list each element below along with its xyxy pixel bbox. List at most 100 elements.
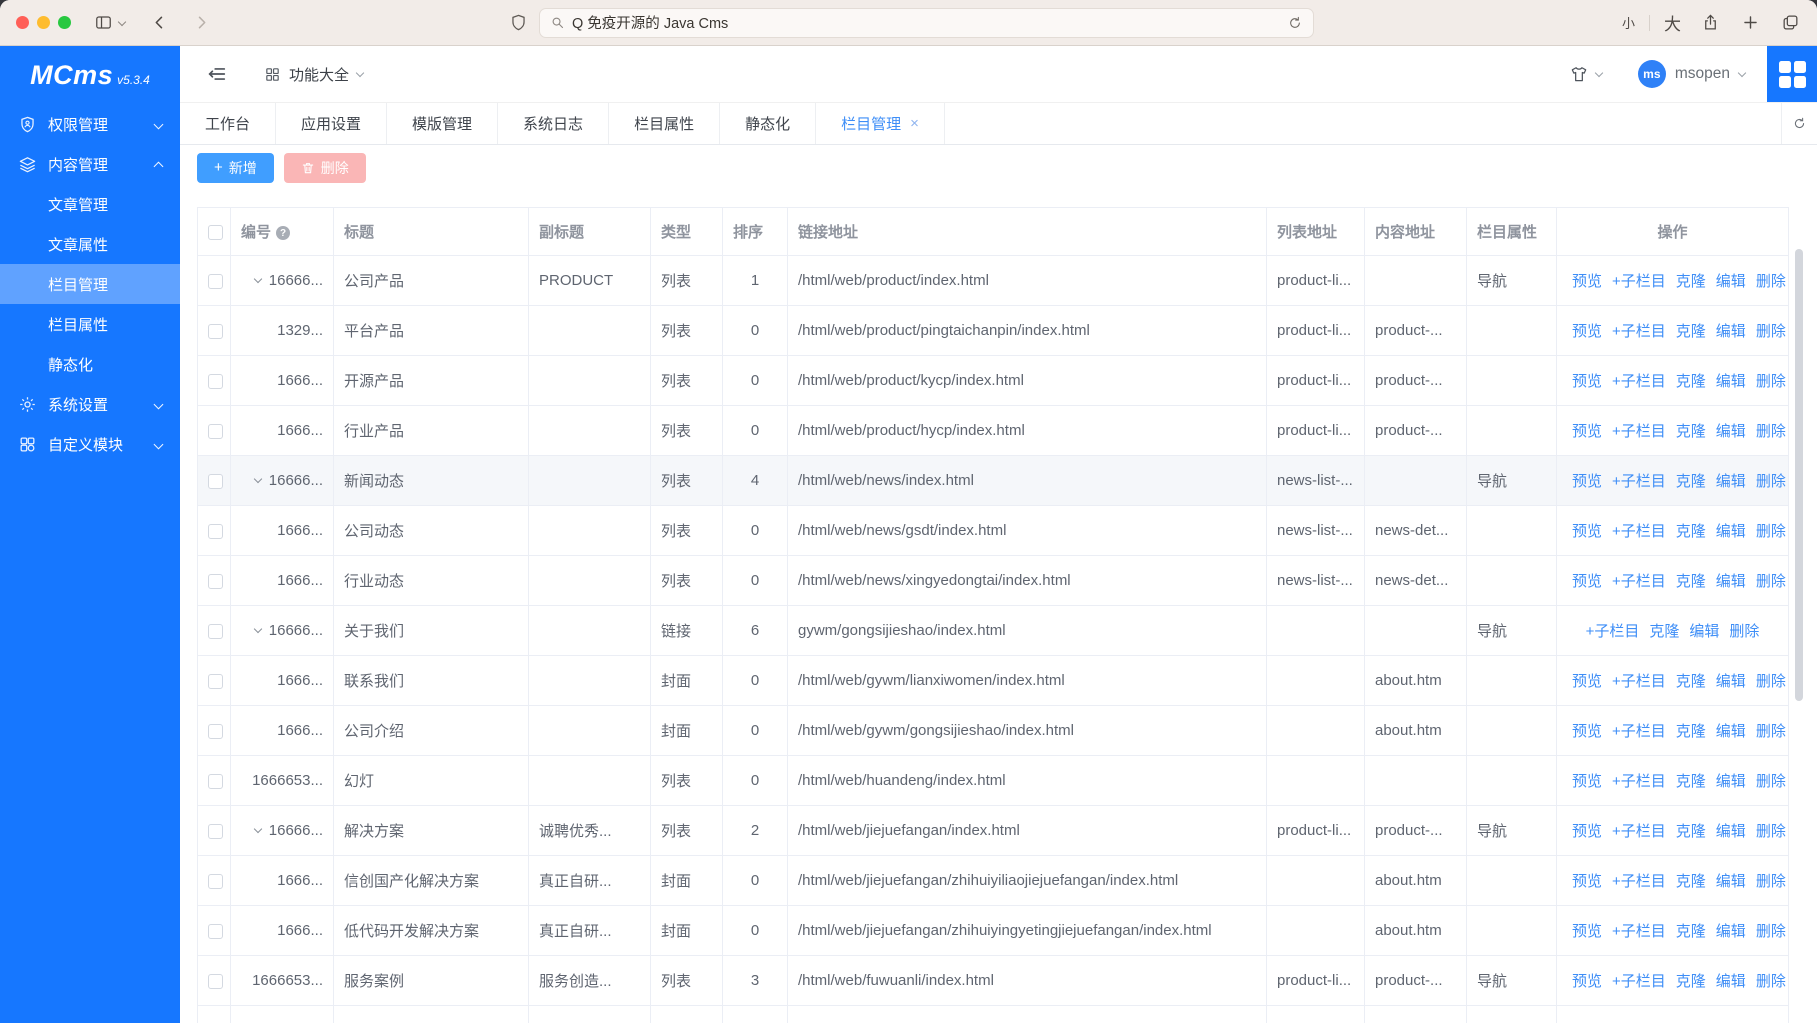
- edit-link[interactable]: 编辑: [1716, 523, 1746, 540]
- clone-link[interactable]: 克隆: [1676, 323, 1706, 340]
- close-window-button[interactable]: [16, 16, 29, 29]
- tab[interactable]: 应用设置: [276, 103, 387, 144]
- sidebar-item[interactable]: 系统设置: [0, 384, 180, 424]
- add-child-link[interactable]: +子栏目: [1612, 473, 1666, 490]
- clone-link[interactable]: 克隆: [1676, 773, 1706, 790]
- clone-link[interactable]: 克隆: [1676, 923, 1706, 940]
- sidebar-subitem[interactable]: 静态化: [0, 344, 180, 384]
- delete-link[interactable]: 删除: [1729, 623, 1759, 640]
- tab[interactable]: 静态化: [720, 103, 816, 144]
- edit-link[interactable]: 编辑: [1716, 773, 1746, 790]
- preview-link[interactable]: 预览: [1572, 373, 1602, 390]
- add-child-link[interactable]: +子栏目: [1612, 973, 1666, 990]
- row-checkbox[interactable]: [208, 374, 223, 389]
- increase-text-size-button[interactable]: 大: [1664, 10, 1681, 35]
- reload-icon[interactable]: [1287, 15, 1303, 31]
- add-child-link[interactable]: +子栏目: [1612, 773, 1666, 790]
- sidebar-item[interactable]: 权限管理: [0, 104, 180, 144]
- add-child-link[interactable]: +子栏目: [1612, 873, 1666, 890]
- tab-overview-icon[interactable]: [1781, 13, 1801, 33]
- tab[interactable]: 系统日志: [498, 103, 609, 144]
- edit-link[interactable]: 编辑: [1716, 823, 1746, 840]
- expand-chevron-icon[interactable]: [254, 275, 262, 283]
- edit-link[interactable]: 编辑: [1716, 323, 1746, 340]
- delete-link[interactable]: 删除: [1756, 973, 1786, 990]
- edit-link[interactable]: 编辑: [1716, 973, 1746, 990]
- edit-link[interactable]: 编辑: [1716, 723, 1746, 740]
- add-child-link[interactable]: +子栏目: [1612, 273, 1666, 290]
- apps-launcher-button[interactable]: [1767, 46, 1817, 102]
- clone-link[interactable]: 克隆: [1649, 623, 1679, 640]
- preview-link[interactable]: 预览: [1572, 473, 1602, 490]
- delete-link[interactable]: 删除: [1756, 873, 1786, 890]
- preview-link[interactable]: 预览: [1572, 573, 1602, 590]
- tab-close-icon[interactable]: ×: [910, 116, 919, 131]
- clone-link[interactable]: 克隆: [1676, 423, 1706, 440]
- tab[interactable]: 工作台: [180, 103, 276, 144]
- refresh-tab-button[interactable]: [1781, 103, 1817, 144]
- clone-link[interactable]: 克隆: [1676, 673, 1706, 690]
- user-menu[interactable]: ms msopen: [1638, 60, 1745, 88]
- preview-link[interactable]: 预览: [1572, 723, 1602, 740]
- delete-link[interactable]: 删除: [1756, 573, 1786, 590]
- sidebar-subitem[interactable]: 文章管理: [0, 184, 180, 224]
- delete-link[interactable]: 删除: [1756, 823, 1786, 840]
- clone-link[interactable]: 克隆: [1676, 373, 1706, 390]
- edit-link[interactable]: 编辑: [1716, 273, 1746, 290]
- forward-icon[interactable]: [191, 13, 211, 33]
- chevron-down-icon[interactable]: [1595, 68, 1603, 76]
- delete-link[interactable]: 删除: [1756, 423, 1786, 440]
- add-child-link[interactable]: +子栏目: [1612, 323, 1666, 340]
- sidebar-subitem[interactable]: 栏目属性: [0, 304, 180, 344]
- edit-link[interactable]: 编辑: [1716, 473, 1746, 490]
- row-checkbox[interactable]: [208, 524, 223, 539]
- row-checkbox[interactable]: [208, 874, 223, 889]
- clone-link[interactable]: 克隆: [1676, 523, 1706, 540]
- edit-link[interactable]: 编辑: [1716, 673, 1746, 690]
- delete-link[interactable]: 删除: [1756, 673, 1786, 690]
- row-checkbox[interactable]: [208, 724, 223, 739]
- add-button[interactable]: + 新增: [197, 153, 274, 183]
- clone-link[interactable]: 克隆: [1676, 723, 1706, 740]
- preview-link[interactable]: 预览: [1572, 973, 1602, 990]
- tab[interactable]: 模版管理: [387, 103, 498, 144]
- delete-link[interactable]: 删除: [1756, 273, 1786, 290]
- row-checkbox[interactable]: [208, 824, 223, 839]
- theme-tshirt-icon[interactable]: [1569, 64, 1589, 84]
- preview-link[interactable]: 预览: [1572, 673, 1602, 690]
- add-child-link[interactable]: +子栏目: [1612, 523, 1666, 540]
- collapse-sidebar-icon[interactable]: [206, 63, 228, 85]
- delete-link[interactable]: 删除: [1756, 323, 1786, 340]
- expand-chevron-icon[interactable]: [254, 625, 262, 633]
- delete-link[interactable]: 删除: [1756, 473, 1786, 490]
- add-child-link[interactable]: +子栏目: [1612, 673, 1666, 690]
- vertical-scrollbar-thumb[interactable]: [1795, 249, 1803, 701]
- preview-link[interactable]: 预览: [1572, 323, 1602, 340]
- select-all-checkbox[interactable]: [208, 225, 223, 240]
- minimize-window-button[interactable]: [37, 16, 50, 29]
- tab[interactable]: 栏目管理×: [816, 103, 945, 144]
- clone-link[interactable]: 克隆: [1676, 823, 1706, 840]
- clone-link[interactable]: 克隆: [1676, 473, 1706, 490]
- privacy-shield-icon[interactable]: [509, 13, 529, 33]
- preview-link[interactable]: 预览: [1572, 423, 1602, 440]
- add-child-link[interactable]: +子栏目: [1586, 623, 1640, 640]
- sidebar-toggle-icon[interactable]: [93, 13, 113, 33]
- sidebar-menu-chevron-icon[interactable]: [118, 17, 126, 25]
- delete-link[interactable]: 删除: [1756, 723, 1786, 740]
- preview-link[interactable]: 预览: [1572, 523, 1602, 540]
- tab[interactable]: 栏目属性: [609, 103, 720, 144]
- help-icon[interactable]: [276, 226, 290, 240]
- add-child-link[interactable]: +子栏目: [1612, 923, 1666, 940]
- preview-link[interactable]: 预览: [1572, 773, 1602, 790]
- delete-link[interactable]: 删除: [1756, 523, 1786, 540]
- edit-link[interactable]: 编辑: [1716, 923, 1746, 940]
- sidebar-subitem[interactable]: 栏目管理: [0, 264, 180, 304]
- expand-chevron-icon[interactable]: [254, 475, 262, 483]
- preview-link[interactable]: 预览: [1572, 273, 1602, 290]
- row-checkbox[interactable]: [208, 924, 223, 939]
- clone-link[interactable]: 克隆: [1676, 573, 1706, 590]
- preview-link[interactable]: 预览: [1572, 873, 1602, 890]
- back-icon[interactable]: [149, 13, 169, 33]
- add-child-link[interactable]: +子栏目: [1612, 373, 1666, 390]
